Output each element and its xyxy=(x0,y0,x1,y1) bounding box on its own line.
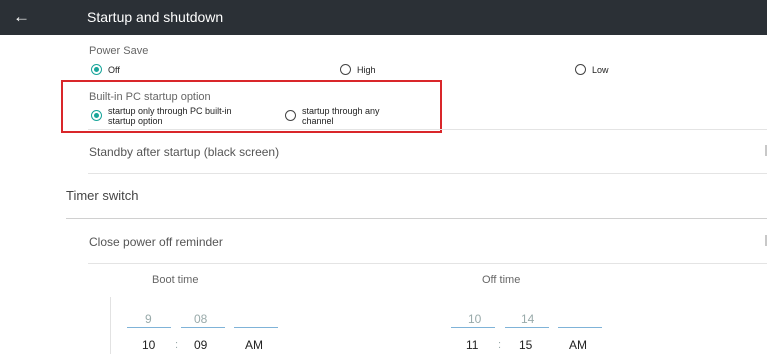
off-ampm-underline xyxy=(558,327,602,328)
option1-line1: startup only through PC built-in xyxy=(108,106,232,116)
off-prev-minute: 14 xyxy=(521,312,535,326)
boot-ampm[interactable]: AM xyxy=(245,338,263,352)
divider xyxy=(66,218,767,219)
off-time-label: Off time xyxy=(482,274,521,286)
builtin-pc-option2-radio[interactable] xyxy=(285,110,296,121)
off-ampm[interactable]: AM xyxy=(569,338,587,352)
power-save-low-radio[interactable] xyxy=(575,64,586,75)
page-title: Startup and shutdown xyxy=(87,9,224,25)
boot-minute-underline xyxy=(181,327,225,328)
off-minute-underline xyxy=(505,327,549,328)
divider xyxy=(88,129,767,130)
divider xyxy=(88,173,767,174)
power-save-high-label: High xyxy=(357,65,376,75)
vertical-divider xyxy=(110,297,111,354)
option2-line1: startup through any xyxy=(302,106,380,116)
boot-prev-minute: 08 xyxy=(194,312,208,326)
power-save-label: Power Save xyxy=(89,45,149,57)
boot-hour[interactable]: 10 xyxy=(142,338,155,352)
option2-line2: channel xyxy=(302,116,334,126)
boot-prev-hour: 9 xyxy=(145,312,152,326)
top-bar: ← Startup and shutdown xyxy=(0,0,767,35)
off-minute[interactable]: 15 xyxy=(519,338,532,352)
off-prev-hour: 10 xyxy=(468,312,482,326)
boot-time-label: Boot time xyxy=(152,274,199,286)
builtin-pc-option1-label: startup only through PC built-in startup… xyxy=(108,106,232,126)
power-save-off-label: Off xyxy=(108,65,120,75)
power-save-off-radio[interactable] xyxy=(91,64,102,75)
power-save-low-label: Low xyxy=(592,65,609,75)
boot-hour-underline xyxy=(127,327,171,328)
boot-minute[interactable]: 09 xyxy=(194,338,207,352)
close-reminder-label: Close power off reminder xyxy=(89,235,223,249)
builtin-pc-label: Built-in PC startup option xyxy=(89,91,211,103)
off-hour-underline xyxy=(451,327,495,328)
off-hour[interactable]: 11 xyxy=(466,338,478,352)
back-arrow-icon[interactable]: ← xyxy=(13,7,30,27)
option1-line2: startup option xyxy=(108,116,163,126)
off-separator: : xyxy=(498,339,502,351)
boot-separator: : xyxy=(175,339,179,351)
builtin-pc-option1-radio[interactable] xyxy=(91,110,102,121)
builtin-pc-option2-label: startup through any channel xyxy=(302,106,380,126)
divider xyxy=(88,263,767,264)
timer-switch-label: Timer switch xyxy=(66,188,139,203)
standby-label: Standby after startup (black screen) xyxy=(89,145,280,159)
power-save-high-radio[interactable] xyxy=(340,64,351,75)
boot-ampm-underline xyxy=(234,327,278,328)
